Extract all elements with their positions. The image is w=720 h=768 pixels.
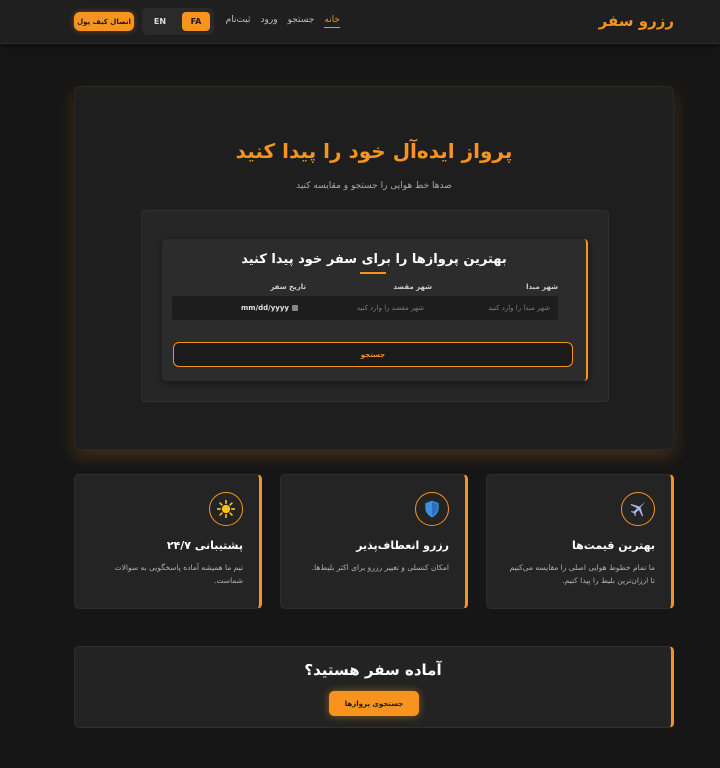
feature-title: رزرو انعطاف‌پذیر [356, 539, 449, 552]
hero-section: پرواز ایده‌آل خود را پیدا کنید صدها خط ه… [74, 86, 674, 450]
nav-link-home[interactable]: خانه [324, 15, 340, 28]
date-value: mm/dd/yyyy [241, 304, 289, 312]
origin-input[interactable]: شهر مبدا را وارد کنید [432, 296, 550, 320]
brand-logo[interactable]: رزرو سفر [599, 12, 674, 30]
feature-card-best-prices: بهترین قیمت‌ها ما تمام خطوط هوایی اصلی ر… [486, 474, 674, 609]
lang-fa-button[interactable]: FA [182, 12, 210, 31]
airplane-icon [621, 492, 655, 526]
hero-title: پرواز ایده‌آل خود را پیدا کنید [235, 139, 513, 163]
feature-description: ما تمام خطوط هوایی اصلی را مقایسه می‌کنی… [509, 563, 655, 585]
connect-wallet-button[interactable]: اتصال کیف پول [74, 12, 134, 31]
search-card: بهترین پروازها را برای سفر خود پیدا کنید… [162, 239, 588, 381]
calendar-icon[interactable] [292, 305, 298, 311]
hero-subtitle: صدها خط هوایی را جستجو و مقایسه کنید [296, 181, 452, 191]
feature-description: امکان کنسلی و تغییر رزرو برای اکثر بلیط‌… [311, 563, 449, 572]
lang-en-button[interactable]: EN [146, 12, 174, 31]
feature-card-support: پشتیبانی ۲۴/۷ تیم ما همیشه آماده پاسخگوی… [74, 474, 262, 609]
search-button[interactable]: جستجو [173, 342, 573, 367]
feature-title: پشتیبانی ۲۴/۷ [166, 539, 243, 552]
origin-label: شهر مبدا [526, 283, 558, 291]
date-input[interactable]: mm/dd/yyyy [180, 296, 298, 320]
search-title: بهترین پروازها را برای سفر خود پیدا کنید [241, 252, 507, 267]
search-fields: شهر مبدا را وارد کنید شهر مقصد را وارد ک… [172, 296, 558, 320]
search-flights-button[interactable]: جستجوی پروازها [329, 691, 419, 716]
nav-links: خانه جستجو ورود ثبت‌نام [226, 15, 340, 28]
feature-title: بهترین قیمت‌ها [571, 539, 655, 552]
shield-icon [415, 492, 449, 526]
navbar: رزرو سفر خانه جستجو ورود ثبت‌نام FA EN ا… [0, 0, 720, 44]
feature-description: تیم ما همیشه آماده پاسخگویی به سوالات شم… [114, 563, 243, 585]
date-label: تاریخ سفر [270, 283, 306, 291]
nav-link-register[interactable]: ثبت‌نام [226, 15, 251, 28]
cta-title: آماده سفر هستید؟ [304, 661, 442, 679]
destination-input[interactable]: شهر مقصد را وارد کنید [306, 296, 424, 320]
sun-icon [209, 492, 243, 526]
title-underline [360, 272, 386, 274]
cta-section: آماده سفر هستید؟ جستجوی پروازها [74, 646, 674, 728]
feature-card-flexible-booking: رزرو انعطاف‌پذیر امکان کنسلی و تغییر رزر… [280, 474, 468, 609]
nav-link-login[interactable]: ورود [261, 15, 278, 28]
nav-link-search[interactable]: جستجو [288, 15, 315, 28]
search-container: بهترین پروازها را برای سفر خود پیدا کنید… [141, 210, 609, 402]
destination-label: شهر مقصد [393, 283, 432, 291]
language-switch: FA EN [142, 8, 214, 35]
